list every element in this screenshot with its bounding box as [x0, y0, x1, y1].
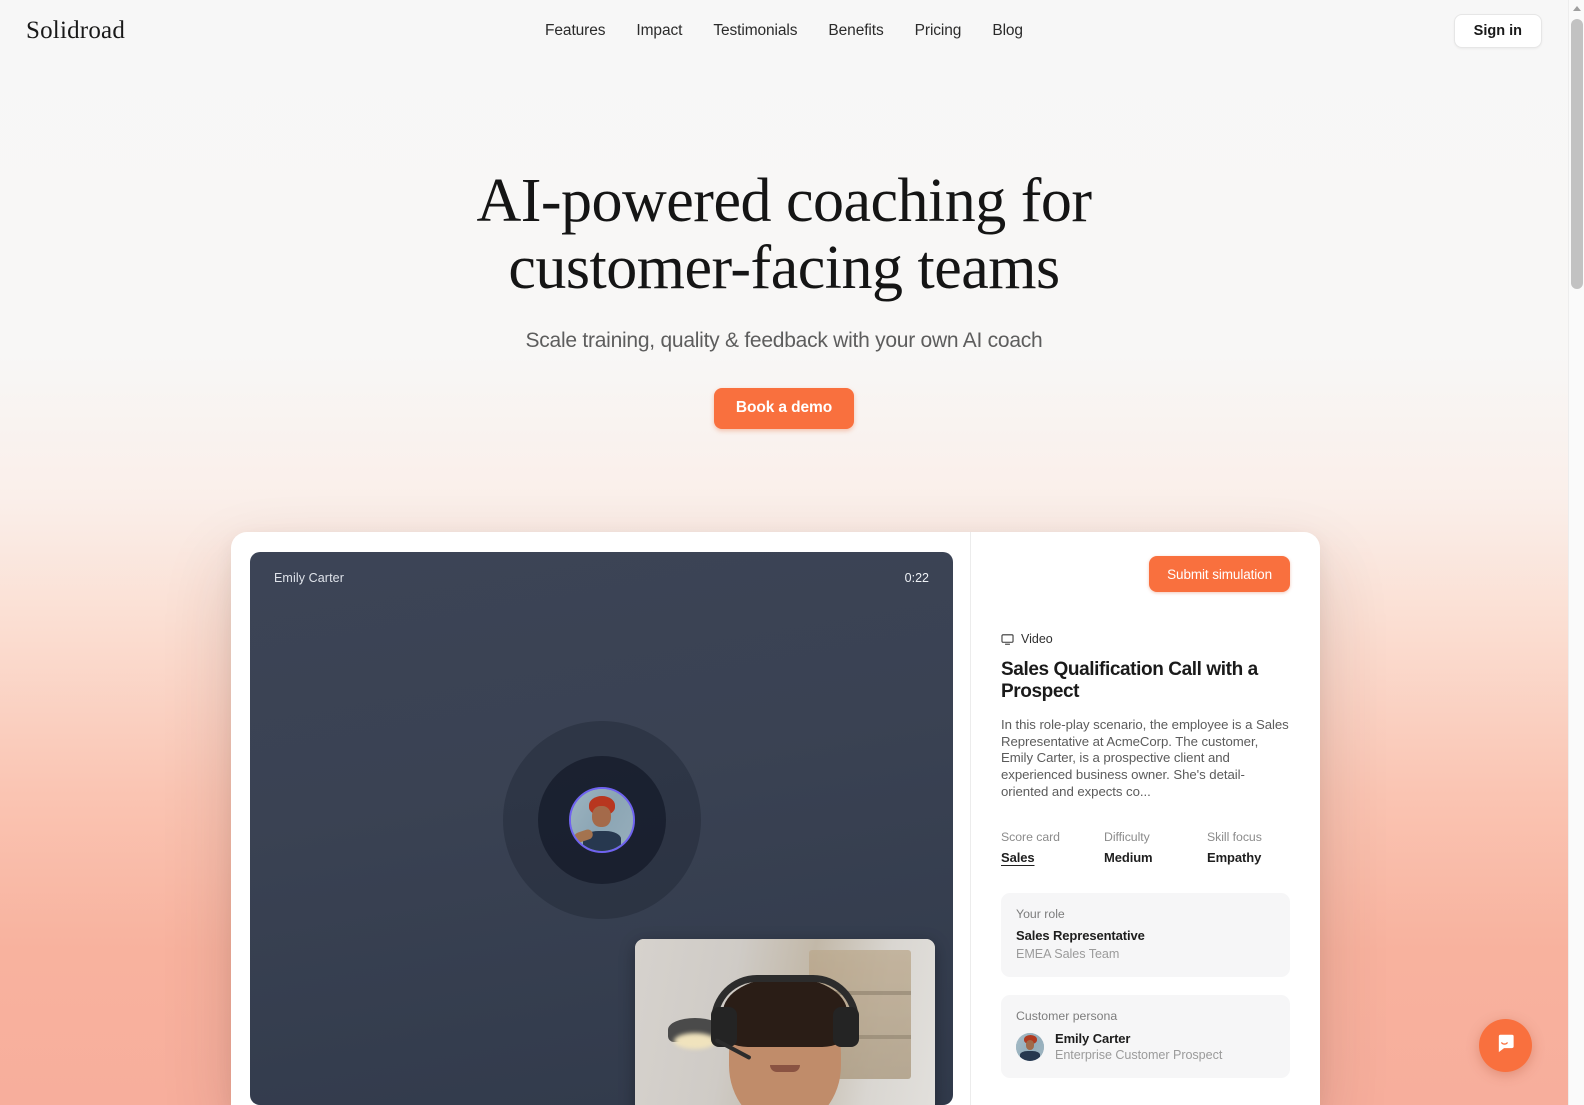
meta-difficulty-label: Difficulty: [1104, 830, 1150, 845]
simulation-video-pane: Emily Carter 0:22: [231, 532, 970, 1105]
nav-link-testimonials[interactable]: Testimonials: [713, 22, 797, 40]
nav-link-impact[interactable]: Impact: [636, 22, 682, 40]
customer-persona-card: Customer persona Emily Carter Enterprise…: [1001, 995, 1290, 1079]
scenario-description: In this role-play scenario, the employee…: [1001, 717, 1289, 799]
scenario-meta-row: Score card Sales Difficulty Medium Skill…: [1001, 830, 1290, 865]
nav-link-blog[interactable]: Blog: [992, 22, 1023, 40]
your-role-title: Sales Representative: [1016, 928, 1145, 944]
intercom-chat-launcher-button[interactable]: [1479, 1019, 1532, 1072]
customer-persona-subtitle: Enterprise Customer Prospect: [1055, 1048, 1223, 1063]
customer-persona-name: Emily Carter: [1055, 1031, 1131, 1047]
sign-in-button[interactable]: Sign in: [1453, 14, 1542, 48]
meta-score-card: Score card Sales: [1001, 830, 1104, 865]
hero-subheadline: Scale training, quality & feedback with …: [525, 328, 1043, 352]
scenario-kind-label: Video: [1021, 632, 1053, 646]
meta-skill-focus: Skill focus Empathy: [1207, 830, 1262, 865]
scenario-kind: Video: [1001, 632, 1290, 646]
product-screenshot-card: Emily Carter 0:22 Submit simulation Vide…: [231, 532, 1320, 1105]
video-timer: 0:22: [904, 571, 929, 585]
customer-persona-text: Emily Carter Enterprise Customer Prospec…: [1055, 1031, 1222, 1062]
nav-right-actions: Sign in: [1453, 14, 1542, 48]
primary-nav-links: Features Impact Testimonials Benefits Pr…: [0, 22, 1568, 40]
customer-persona-label: Customer persona: [1016, 1009, 1118, 1024]
book-a-demo-button[interactable]: Book a demo: [713, 387, 855, 429]
brand-logo[interactable]: Solidroad: [26, 17, 125, 45]
chat-bubble-smile-icon: [1493, 1031, 1518, 1061]
meta-score-card-label: Score card: [1001, 830, 1060, 845]
your-role-subtitle: EMEA Sales Team: [1016, 947, 1120, 962]
your-role-label: Your role: [1016, 907, 1065, 922]
nav-link-features[interactable]: Features: [545, 22, 605, 40]
meta-score-card-value[interactable]: Sales: [1001, 850, 1104, 865]
scrollbar-thumb[interactable]: [1571, 19, 1583, 289]
scrollbar-up-arrow-icon[interactable]: [1569, 0, 1584, 17]
submit-simulation-button[interactable]: Submit simulation: [1149, 556, 1290, 592]
scenario-detail-pane: Submit simulation Video Sales Qualificat…: [970, 532, 1320, 1105]
avatar-photo-emily-carter-icon: [568, 787, 635, 853]
meta-skill-focus-label: Skill focus: [1207, 830, 1262, 845]
nav-link-pricing[interactable]: Pricing: [915, 22, 962, 40]
meta-difficulty: Difficulty Medium: [1104, 830, 1207, 865]
submit-row: Submit simulation: [1001, 556, 1290, 592]
speaking-indicator-rings: [502, 721, 701, 919]
scenario-title: Sales Qualification Call with a Prospect: [1001, 659, 1258, 702]
headline-line-2: customer-facing teams: [508, 233, 1060, 302]
hero-section: AI-powered coaching for customer-facing …: [0, 0, 1568, 429]
speaking-indicator-inner-ring: [537, 756, 666, 884]
browser-scrollbar[interactable]: [1568, 0, 1584, 1105]
page-root: Solidroad Features Impact Testimonials B…: [0, 0, 1568, 1105]
headline-line-1: AI-powered coaching for: [476, 167, 1092, 235]
meta-difficulty-value: Medium: [1104, 850, 1153, 866]
webcam-feed-agent-icon: [635, 939, 935, 1105]
nav-link-benefits[interactable]: Benefits: [828, 22, 883, 40]
top-navigation-bar: Solidroad Features Impact Testimonials B…: [0, 0, 1568, 62]
page-title: AI-powered coaching for customer-facing …: [0, 168, 1568, 302]
video-participant-name: Emily Carter: [274, 571, 344, 585]
video-stage[interactable]: Emily Carter 0:22: [250, 552, 953, 1105]
customer-persona-row: Emily Carter Enterprise Customer Prospec…: [1016, 1031, 1275, 1062]
monitor-icon: [1001, 633, 1014, 646]
meta-skill-focus-value: Empathy: [1207, 850, 1262, 866]
your-role-card: Your role Sales Representative EMEA Sale…: [1001, 893, 1290, 978]
avatar-photo-emily-carter-icon: [1016, 1032, 1044, 1061]
